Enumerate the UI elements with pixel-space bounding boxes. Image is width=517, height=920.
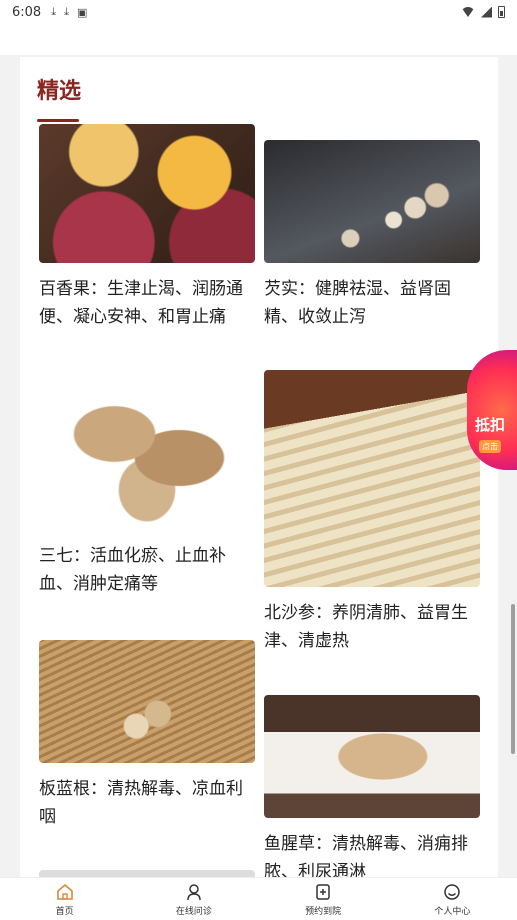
promo-float-button[interactable]: 抵扣 点击 — [467, 350, 517, 470]
herb-image — [264, 695, 480, 818]
herb-card-sanqi[interactable]: 三七：活血化瘀、止血补血、消肿定痛等 — [39, 370, 255, 598]
bottom-tab-bar: 首页 在线问诊 预约到院 个人中心 — [0, 877, 517, 920]
herb-image — [264, 140, 480, 263]
download-icon: ⤓ — [51, 5, 57, 18]
download-icon: ⤓ — [64, 5, 69, 18]
herb-card-banlangen[interactable]: 板蓝根：清热解毒、凉血利咽 — [39, 640, 255, 831]
herb-card-qianshi[interactable]: 芡实：健脾祛湿、益肾固精、收敛止泻 — [264, 140, 480, 331]
wifi-icon — [461, 7, 475, 17]
herb-card-beishashen[interactable]: 北沙参：养阴清肺、益胃生津、清虚热 — [264, 370, 480, 655]
herb-caption: 板蓝根：清热解毒、凉血利咽 — [39, 779, 243, 827]
herb-card-passion-fruit[interactable]: 百香果：生津止渴、润肠通便、凝心安神、和胃止痛 — [39, 124, 255, 331]
herb-card-yuxingcao[interactable]: 鱼腥草：清热解毒、消痈排脓、利尿通淋 — [264, 695, 480, 880]
tab-label: 预约到院 — [305, 906, 342, 917]
doctor-icon — [184, 882, 204, 902]
app-icon: ▣ — [76, 5, 88, 19]
promo-sub-label: 点击 — [479, 440, 501, 453]
tab-label: 首页 — [55, 906, 74, 917]
status-time: 6:08 — [12, 4, 42, 20]
status-bar: 6:08 ⤓ ⤓ ▣ — [0, 0, 517, 24]
herb-image — [39, 370, 255, 530]
tab-home[interactable]: 首页 — [0, 878, 129, 920]
herb-image — [39, 640, 255, 763]
tab-appointment[interactable]: 预约到院 — [259, 878, 388, 920]
hospital-icon — [313, 882, 333, 902]
top-bar — [0, 24, 517, 55]
tab-label: 在线问诊 — [175, 906, 212, 917]
herb-caption: 北沙参：养阴清肺、益胃生津、清虚热 — [264, 603, 468, 651]
signal-icon — [481, 6, 492, 18]
profile-icon — [442, 882, 462, 902]
herb-caption: 芡实：健脾祛湿、益肾固精、收敛止泻 — [264, 279, 451, 327]
herb-image — [264, 370, 480, 587]
featured-section: 精选 百香果：生津止渴、润肠通便、凝心安神、和胃止痛 芡实：健脾祛湿、益肾固精、… — [20, 57, 498, 880]
section-title: 精选 — [37, 79, 82, 104]
scrollbar[interactable] — [511, 604, 515, 754]
herb-caption: 百香果：生津止渴、润肠通便、凝心安神、和胃止痛 — [39, 279, 243, 327]
promo-label: 抵扣 — [475, 416, 506, 434]
herb-caption: 三七：活血化瘀、止血补血、消肿定痛等 — [39, 546, 226, 594]
tab-profile[interactable]: 个人中心 — [388, 878, 517, 920]
title-underline — [37, 119, 79, 122]
tab-label: 个人中心 — [434, 906, 471, 917]
home-icon — [55, 882, 75, 902]
herb-image — [39, 124, 255, 263]
battery-icon — [498, 6, 505, 18]
tab-consult[interactable]: 在线问诊 — [129, 878, 258, 920]
herb-caption: 鱼腥草：清热解毒、消痈排脓、利尿通淋 — [264, 834, 468, 880]
